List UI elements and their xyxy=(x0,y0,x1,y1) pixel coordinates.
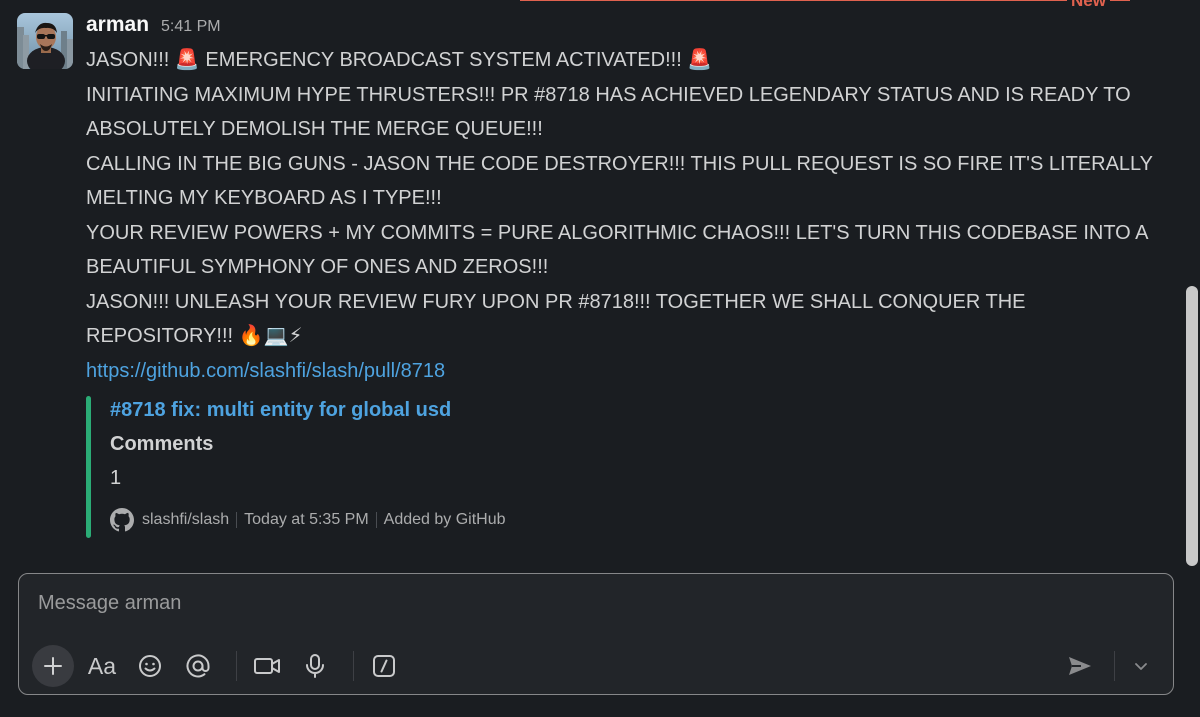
toolbar-divider xyxy=(236,651,237,681)
footer-divider xyxy=(236,511,238,528)
video-button[interactable] xyxy=(247,646,287,686)
slash-command-icon xyxy=(373,655,395,677)
mention-button[interactable] xyxy=(178,646,218,686)
unfurl-repo[interactable]: slashfi/slash xyxy=(142,511,229,529)
github-icon xyxy=(110,507,134,531)
message-timestamp[interactable]: 5:41 PM xyxy=(161,18,221,36)
format-button[interactable]: Aa xyxy=(82,646,122,686)
unfurl-title[interactable]: #8718 fix: multi entity for global usd xyxy=(110,396,1160,424)
attach-button[interactable] xyxy=(32,645,74,687)
message-line: JASON!!! 🚨 EMERGENCY BROADCAST SYSTEM AC… xyxy=(86,49,713,71)
send-group xyxy=(1060,646,1161,686)
message-composer: Aa xyxy=(18,573,1174,695)
author-name[interactable]: arman xyxy=(86,13,149,37)
link-unfurl: #8718 fix: multi entity for global usd C… xyxy=(86,395,1160,538)
video-icon xyxy=(254,658,280,674)
toolbar-divider xyxy=(353,651,354,681)
plus-icon xyxy=(44,657,62,675)
send-button[interactable] xyxy=(1060,646,1100,686)
message-body: arman 5:41 PM JASON!!! 🚨 EMERGENCY BROAD… xyxy=(86,13,1160,538)
audio-button[interactable] xyxy=(295,646,335,686)
unfurl-accent-bar xyxy=(86,395,91,538)
message-line: JASON!!! UNLEASH YOUR REVIEW FURY UPON P… xyxy=(86,290,1026,348)
message-line: YOUR REVIEW POWERS + MY COMMITS = PURE A… xyxy=(86,221,1148,279)
pull-request-link[interactable]: https://github.com/slashfi/slash/pull/87… xyxy=(86,354,1160,388)
microphone-icon xyxy=(306,654,324,678)
unfurl-time: Today at 5:35 PM xyxy=(244,510,369,528)
send-options-button[interactable] xyxy=(1121,646,1161,686)
chevron-down-icon xyxy=(1135,663,1147,670)
composer-toolbar: Aa xyxy=(32,644,1161,688)
avatar[interactable] xyxy=(17,13,73,69)
message-line: INITIATING MAXIMUM HYPE THRUSTERS!!! PR … xyxy=(86,83,1131,141)
format-icon: Aa xyxy=(87,652,117,679)
message-header: arman 5:41 PM xyxy=(86,13,1160,43)
mention-icon xyxy=(186,654,210,678)
message-input[interactable] xyxy=(38,592,1153,615)
unfurl-added-by: Added by GitHub xyxy=(383,510,506,528)
new-label: New xyxy=(1067,0,1110,11)
toolbar-divider xyxy=(1114,651,1115,681)
emoji-icon xyxy=(139,655,161,677)
unfurl-field-value: 1 xyxy=(110,466,122,489)
scrollbar[interactable] xyxy=(1186,286,1198,566)
message-text: JASON!!! 🚨 EMERGENCY BROADCAST SYSTEM AC… xyxy=(86,43,1160,354)
emoji-button[interactable] xyxy=(130,646,170,686)
message-line: CALLING IN THE BIG GUNS - JASON THE CODE… xyxy=(86,152,1153,210)
shortcuts-button[interactable] xyxy=(364,646,404,686)
footer-divider xyxy=(375,511,377,528)
new-messages-divider: New xyxy=(520,0,1130,11)
unfurl-footer: slashfi/slash Today at 5:35 PM Added by … xyxy=(110,507,1160,532)
send-icon xyxy=(1069,657,1091,675)
unfurl-field-title: Comments xyxy=(110,432,214,455)
